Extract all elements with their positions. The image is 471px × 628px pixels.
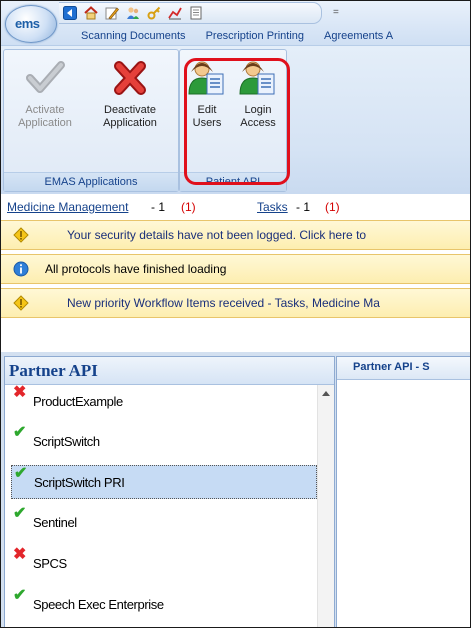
notification-protocols: All protocols have finished loading	[1, 254, 470, 284]
ribbon-tabs: Scanning Documents Prescription Printing…	[81, 29, 403, 44]
app-menu-button[interactable]: ems	[5, 5, 57, 43]
tab-scanning-documents[interactable]: Scanning Documents	[81, 29, 196, 44]
warning-icon	[13, 227, 29, 243]
list-item[interactable]: ✖ SPCS	[11, 547, 317, 581]
summary-links: Medicine Management - 1 (1) Tasks - 1 (1…	[1, 194, 470, 219]
red-x-icon	[114, 61, 146, 95]
list-scrollbar[interactable]	[317, 385, 334, 627]
app-logo-text: ems	[15, 16, 40, 31]
activate-application-button[interactable]: Activate Application	[6, 58, 84, 130]
deactivate-application-button[interactable]: Deactivate Application	[88, 58, 172, 130]
detail-pane-header: Partner API - S	[337, 357, 470, 380]
partner-name: Sentinel	[33, 515, 77, 530]
nav-back-icon[interactable]	[63, 6, 77, 20]
list-item[interactable]: ✔ Speech Exec Enterprise	[11, 588, 317, 622]
notification-protocols-text: All protocols have finished loading	[45, 262, 227, 276]
info-icon	[13, 261, 29, 277]
partner-api-list: ✖ ProductExample ✔ ScriptSwitch ✔ Script…	[5, 385, 317, 627]
highlight-annotation	[184, 58, 290, 185]
success-check-icon: ✔	[13, 505, 27, 522]
quick-access-toolbar	[63, 4, 203, 22]
notification-security-text: Your security details have not been logg…	[67, 228, 367, 242]
users-icon[interactable]	[126, 6, 140, 20]
app-window: ems = Scanning Documents Prescription Pr…	[0, 0, 471, 628]
success-check-icon: ✔	[13, 424, 27, 441]
list-item[interactable]: ✖ ProductExample	[11, 385, 317, 419]
medicine-management-count: - 1	[151, 200, 166, 214]
partner-name: Speech Exec Enterprise	[33, 597, 164, 612]
success-check-icon: ✔	[14, 465, 28, 482]
activate-application-label: Activate Application	[18, 104, 72, 129]
partner-api-header: Partner API	[5, 357, 334, 385]
partner-name: ProductExample	[33, 394, 123, 409]
partner-name: ScriptSwitch	[33, 434, 100, 449]
group-title-emas-applications: EMAS Applications	[4, 172, 178, 191]
tasks-link[interactable]: Tasks	[257, 200, 288, 214]
tasks-count: - 1	[296, 200, 311, 214]
chart-icon[interactable]	[168, 6, 182, 20]
title-bar: ems = Scanning Documents Prescription Pr…	[1, 1, 470, 45]
success-check-icon: ✔	[13, 587, 27, 604]
deactivate-application-label: Deactivate Application	[103, 104, 157, 129]
warning-icon	[13, 295, 29, 311]
partner-name: ScriptSwitch PRI	[34, 475, 125, 490]
notification-workflow[interactable]: New priority Workflow Items received - T…	[1, 288, 470, 318]
notification-workflow-text: New priority Workflow Items received - T…	[67, 296, 380, 310]
home-icon[interactable]	[84, 6, 98, 20]
error-x-icon: ✖	[13, 384, 27, 401]
error-x-icon: ✖	[13, 546, 27, 563]
document-icon[interactable]	[189, 6, 203, 20]
partner-api-pane: Partner API ✖ ProductExample ✔ ScriptSwi…	[4, 356, 335, 627]
ribbon-group-emas-applications: Activate Application Deactivate Applicat…	[3, 49, 179, 192]
tasks-alert: (1)	[325, 200, 340, 214]
notification-security[interactable]: Your security details have not been logg…	[1, 220, 470, 250]
list-item[interactable]: ✔ Sentinel	[11, 506, 317, 540]
tab-agreements[interactable]: Agreements A	[314, 29, 403, 44]
list-item-selected[interactable]: ✔ ScriptSwitch PRI	[11, 465, 317, 499]
detail-pane-title: Partner API - S	[353, 361, 430, 373]
edit-icon[interactable]	[105, 6, 119, 20]
checkmark-icon	[26, 61, 65, 93]
quick-access-customize[interactable]: =	[333, 7, 339, 18]
tab-prescription-printing[interactable]: Prescription Printing	[196, 29, 314, 44]
medicine-management-link[interactable]: Medicine Management	[7, 200, 128, 214]
partner-name: SPCS	[33, 556, 67, 571]
key-icon[interactable]	[147, 6, 161, 20]
scroll-up-arrow-icon[interactable]	[322, 391, 330, 396]
content-area: Partner API ✖ ProductExample ✔ ScriptSwi…	[1, 352, 470, 627]
list-item[interactable]: ✔ ScriptSwitch	[11, 425, 317, 459]
medicine-management-alert: (1)	[181, 200, 196, 214]
partner-api-title: Partner API	[9, 361, 98, 380]
detail-pane: Partner API - S	[336, 356, 470, 627]
